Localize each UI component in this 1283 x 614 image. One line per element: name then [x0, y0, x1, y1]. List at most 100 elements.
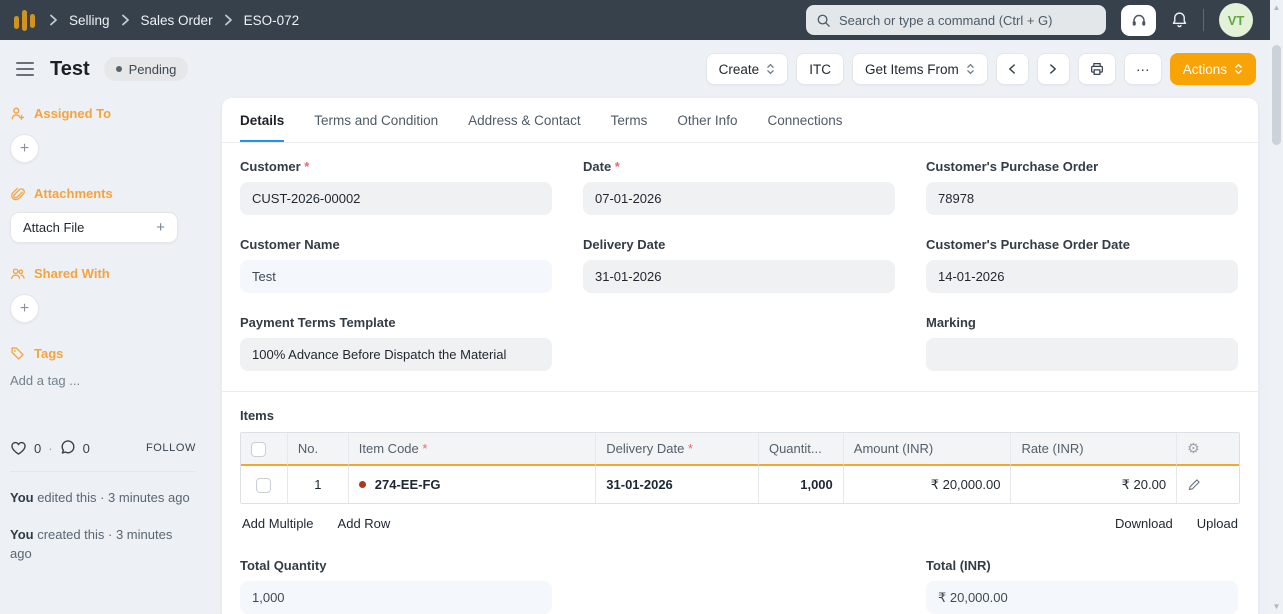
column-item-code: Item Code: [358, 441, 419, 456]
global-search[interactable]: [806, 5, 1106, 35]
date-input[interactable]: 07-01-2026: [583, 182, 895, 215]
customer-name-field: Customer Name Test: [240, 237, 552, 293]
likes-count[interactable]: 0: [34, 441, 41, 456]
customer-name-value: Test: [240, 260, 552, 293]
tab-terms-and-condition[interactable]: Terms and Condition: [314, 98, 438, 142]
heart-icon[interactable]: [10, 440, 27, 456]
top-navbar: Selling Sales Order ESO-072 VT: [0, 0, 1283, 40]
tag-icon: [10, 346, 25, 361]
get-items-from-button[interactable]: Get Items From: [851, 53, 988, 85]
required-asterisk: *: [300, 159, 310, 174]
marking-input[interactable]: [926, 338, 1238, 371]
chevron-right-icon: [121, 14, 130, 26]
notifications-button[interactable]: [1171, 11, 1188, 29]
user-avatar[interactable]: VT: [1219, 3, 1253, 37]
item-row: 1 274-EE-FG 31-01-2026 1,000 ₹ 20,000.00…: [241, 466, 1239, 503]
plus-icon: +: [156, 219, 165, 236]
grid-actions-row: Add Multiple Add Row Download Upload: [240, 504, 1240, 531]
page-scrollbar[interactable]: ▲ ▼: [1270, 0, 1283, 614]
add-share-button[interactable]: +: [10, 294, 39, 323]
tags-label: Tags: [34, 346, 64, 361]
tab-terms[interactable]: Terms: [611, 98, 648, 142]
tab-other-info[interactable]: Other Info: [677, 98, 737, 142]
field-label: Customer's Purchase Order Date: [926, 237, 1130, 252]
sidebar-divider: [10, 471, 196, 472]
users-icon: [10, 266, 25, 281]
more-menu-button[interactable]: ···: [1123, 53, 1162, 85]
date-field: Date * 07-01-2026: [583, 159, 895, 215]
field-label: Payment Terms Template: [240, 315, 396, 330]
required-asterisk: *: [611, 159, 620, 174]
customer-field: Customer * CUST-2026-00002: [240, 159, 552, 215]
actions-button[interactable]: Actions: [1169, 53, 1256, 85]
assigned-to-section: Assigned To +: [10, 106, 196, 163]
add-row-button[interactable]: Add Row: [338, 516, 391, 531]
customer-input[interactable]: CUST-2026-00002: [240, 182, 552, 215]
field-label: Total Quantity: [240, 558, 327, 573]
add-tag-input[interactable]: Add a tag ...: [10, 373, 196, 388]
grid-spacer: [583, 558, 895, 614]
required-asterisk: *: [418, 441, 428, 456]
details-form: Customer * CUST-2026-00002 Date * 07-01-…: [222, 143, 1258, 391]
payment-terms-template-input[interactable]: 100% Advance Before Dispatch the Materia…: [240, 338, 552, 371]
tab-details[interactable]: Details: [240, 98, 285, 142]
help-headset-button[interactable]: [1121, 4, 1156, 36]
add-multiple-button[interactable]: Add Multiple: [242, 516, 314, 531]
attach-file-button[interactable]: Attach File +: [10, 212, 178, 243]
scrollbar-thumb[interactable]: [1272, 45, 1281, 145]
print-button[interactable]: [1077, 53, 1116, 85]
printer-icon: [1089, 61, 1105, 77]
edit-row-icon[interactable]: [1187, 478, 1229, 492]
comment-icon[interactable]: [60, 440, 76, 456]
amount-cell[interactable]: ₹ 20,000.00: [842, 466, 1011, 503]
items-header-row: No. Item Code * Delivery Date * Quantit.…: [241, 433, 1239, 466]
tab-connections[interactable]: Connections: [767, 98, 842, 142]
attachments-section: Attachments Attach File +: [10, 186, 196, 243]
customers-purchase-order-input[interactable]: 78978: [926, 182, 1238, 215]
chevron-right-icon: [1049, 63, 1057, 75]
headset-icon: [1130, 11, 1148, 29]
delivery-date-cell[interactable]: 31-01-2026: [595, 466, 758, 503]
field-label: Total (INR): [926, 558, 991, 573]
menu-icon[interactable]: [12, 58, 38, 80]
download-button[interactable]: Download: [1115, 516, 1173, 531]
app-logo-icon[interactable]: [14, 6, 35, 34]
prev-document-button[interactable]: [995, 53, 1029, 85]
quantity-cell[interactable]: 1,000: [757, 466, 843, 503]
field-label: Customer Name: [240, 237, 340, 252]
page-header: Test Pending Create ITC Get Items From ·…: [0, 40, 1283, 98]
form-tabs: Details Terms and Condition Address & Co…: [222, 98, 1258, 143]
scrollbar-down-icon[interactable]: ▼: [1270, 602, 1283, 611]
search-input[interactable]: [839, 12, 1096, 28]
status-label: Pending: [128, 61, 177, 77]
delivery-date-input[interactable]: 31-01-2026: [583, 260, 895, 293]
chevron-right-icon: [224, 14, 233, 26]
customers-purchase-order-date-input[interactable]: 14-01-2026: [926, 260, 1238, 293]
activity-item: You created this · 3 minutes ago: [10, 526, 196, 564]
total-inr-value: ₹ 20,000.00: [926, 581, 1238, 614]
scrollbar-up-icon[interactable]: ▲: [1270, 3, 1283, 12]
breadcrumb-sales-order[interactable]: Sales Order: [141, 13, 213, 28]
item-code-cell[interactable]: 274-EE-FG: [347, 466, 596, 503]
add-assignment-button[interactable]: +: [10, 134, 39, 163]
next-document-button[interactable]: [1036, 53, 1070, 85]
gear-icon[interactable]: ⚙: [1187, 440, 1200, 456]
tab-address-contact[interactable]: Address & Contact: [468, 98, 581, 142]
paperclip-icon: [10, 186, 25, 201]
form-card: Details Terms and Condition Address & Co…: [222, 98, 1258, 614]
comments-count[interactable]: 0: [83, 441, 90, 456]
row-no: 1: [314, 477, 322, 492]
itc-button[interactable]: ITC: [796, 53, 844, 85]
column-quantity: Quantit...: [768, 441, 822, 456]
follow-button[interactable]: FOLLOW: [146, 442, 196, 454]
upload-button[interactable]: Upload: [1197, 516, 1238, 531]
status-badge: Pending: [103, 57, 189, 81]
row-checkbox[interactable]: [256, 477, 272, 493]
actions-label: Actions: [1182, 61, 1227, 77]
create-button[interactable]: Create: [705, 53, 789, 85]
rate-cell[interactable]: ₹ 20.00: [1010, 466, 1177, 503]
breadcrumb-selling[interactable]: Selling: [69, 13, 110, 28]
select-all-checkbox[interactable]: [251, 441, 266, 457]
search-icon: [816, 13, 831, 28]
breadcrumb-current-doc[interactable]: ESO-072: [244, 13, 300, 28]
